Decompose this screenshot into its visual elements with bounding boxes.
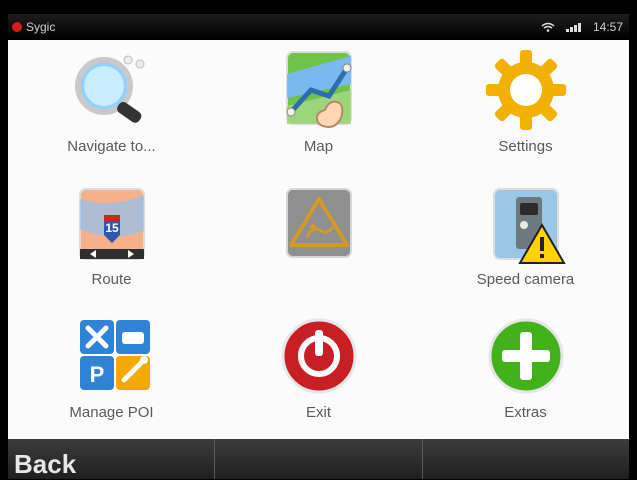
app-frame: Sygic 14:57 Navigate to... Map Settings …: [0, 0, 637, 479]
tile-label: Navigate to...: [67, 138, 156, 155]
tile-label: Settings: [498, 138, 553, 155]
status-bar: Sygic 14:57: [8, 14, 629, 40]
main-menu-grid: Navigate to... Map Settings 15 Route Spe…: [8, 40, 629, 439]
magnifier-search-icon: [75, 55, 145, 123]
bottom-right-button[interactable]: [423, 439, 629, 479]
manage-poi-tile[interactable]: P Manage POI: [8, 306, 215, 439]
speed-camera-tile[interactable]: Speed camera: [422, 173, 629, 306]
settings-tile[interactable]: Settings: [422, 40, 629, 173]
status-right: 14:57: [541, 20, 623, 34]
bottom-middle-button[interactable]: [215, 439, 423, 479]
map-icon: [286, 51, 352, 128]
tile-label: Manage POI: [69, 404, 154, 421]
status-time: 14:57: [592, 20, 623, 34]
route-shield-text: 15: [105, 221, 119, 235]
plus-icon: [488, 318, 564, 394]
power-icon: [281, 318, 357, 394]
status-app: Sygic: [12, 20, 55, 34]
back-label: Back: [14, 449, 77, 479]
poi-parking-letter: P: [90, 362, 105, 387]
sygic-logo: [12, 22, 22, 32]
route-icon: 15: [79, 188, 145, 260]
road-warning-icon: [286, 188, 352, 258]
route-tile[interactable]: 15 Route: [8, 173, 215, 306]
tile-label: Exit: [305, 404, 331, 421]
extras-tile[interactable]: Extras: [422, 306, 629, 439]
map-tile[interactable]: Map: [215, 40, 422, 173]
tile-label: Map: [303, 138, 334, 155]
tile-label: Speed camera: [476, 271, 575, 288]
app-name: Sygic: [26, 20, 56, 34]
tile-label: Route: [91, 271, 132, 288]
tile-label: Extras: [504, 404, 547, 421]
wifi-icon: [541, 22, 555, 32]
exit-tile[interactable]: Exit: [215, 306, 422, 439]
bottom-bar: Back: [8, 439, 629, 479]
signal-icon: [565, 23, 581, 32]
disabled-road-tile: [215, 173, 422, 306]
back-button[interactable]: Back: [8, 439, 216, 479]
speed-camera-icon: [493, 188, 566, 264]
navigate-to-tile[interactable]: Navigate to...: [8, 40, 215, 173]
poi-icon: P: [80, 320, 150, 390]
gear-icon: [486, 50, 566, 130]
